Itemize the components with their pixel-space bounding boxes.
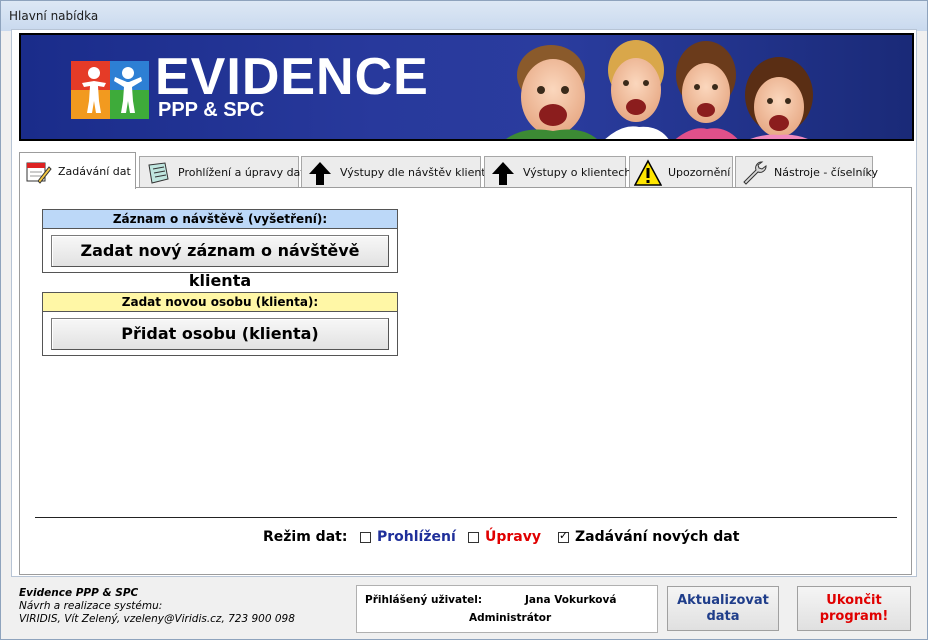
tab-label: Výstupy dle návštěv klientů — [340, 166, 493, 179]
divider — [35, 517, 897, 518]
calendar-pencil-icon — [26, 162, 52, 184]
child-figure-icon — [82, 67, 106, 113]
mode-edit-checkbox[interactable] — [468, 531, 479, 543]
new-person-header: Zadat novou osobu (klienta): — [43, 293, 397, 312]
tab-label: Upozornění — [668, 166, 731, 179]
mode-browse-option[interactable]: Prohlížení — [360, 528, 456, 546]
notebook-icon — [148, 161, 169, 184]
window-title: Hlavní nabídka — [9, 9, 99, 23]
logged-user-box: Přihlášený uživatel: Jana Vokurková Admi… — [356, 585, 658, 633]
tab-strip: Zadávání dat Prohlížení a úpravy dat Výs… — [19, 152, 914, 189]
tab-panel-data-entry: Záznam o návštěvě (vyšetření): Zadat nov… — [19, 187, 912, 575]
main-menu-window: Hlavní nabídka EVIDENCE PPP & SPC Zadává… — [0, 0, 928, 640]
data-mode-label: Režim dat: — [263, 529, 348, 545]
title-bar: Hlavní nabídka — [1, 1, 927, 31]
tab-browse-edit[interactable]: Prohlížení a úpravy dat — [139, 156, 305, 188]
footer-app-name: Evidence PPP & SPC — [19, 587, 139, 599]
tab-label: Prohlížení a úpravy dat — [178, 166, 305, 179]
add-person-button[interactable]: Přidat osobu (klienta) — [51, 318, 389, 350]
mode-edit-option[interactable]: Úpravy — [468, 528, 541, 546]
mode-browse-label: Prohlížení — [377, 529, 456, 545]
child-figure-icon — [114, 67, 142, 113]
footer-author-contact: VIRIDIS, Vít Zelený, vzeleny@Viridis.cz,… — [19, 613, 295, 625]
tab-outputs-by-visits[interactable]: Výstupy dle návštěv klientů — [301, 156, 493, 188]
tab-label: Zadávání dat — [58, 164, 131, 178]
form-content: EVIDENCE PPP & SPC Zadávání dat Prohlíže… — [11, 29, 917, 577]
refresh-data-button[interactable]: Aktualizovat data — [667, 586, 779, 631]
up-arrow-icon — [309, 161, 331, 185]
up-arrow-icon — [492, 161, 514, 185]
footer-design-label: Návrh a realizace systému: — [19, 600, 163, 612]
tab-tools-codelists[interactable]: Nástroje - číselníky — [735, 156, 878, 188]
tab-warnings[interactable]: Upozornění — [629, 156, 733, 188]
warning-icon — [634, 158, 662, 186]
mode-edit-label: Úpravy — [485, 529, 541, 545]
tab-data-entry[interactable]: Zadávání dat — [19, 152, 136, 189]
tab-label: Výstupy o klientech — [523, 166, 632, 179]
tab-outputs-clients[interactable]: Výstupy o klientech — [484, 156, 631, 188]
banner: EVIDENCE PPP & SPC — [19, 33, 914, 141]
mode-browse-checkbox[interactable] — [360, 531, 371, 543]
mode-new-data-label: Zadávání nových dat — [575, 529, 740, 545]
tab-label: Nástroje - číselníky — [774, 166, 878, 179]
logged-user-name: Jana Vokurková — [525, 594, 617, 606]
brand-title: EVIDENCE — [155, 48, 429, 106]
mode-new-data-checkbox[interactable] — [558, 529, 569, 543]
logo-icon — [71, 61, 149, 119]
visit-record-group: Záznam o návštěvě (vyšetření): Zadat nov… — [42, 209, 398, 290]
wrench-icon — [743, 161, 767, 185]
logged-user-role: Administrátor — [469, 612, 552, 624]
quit-program-button[interactable]: Ukončit program! — [797, 586, 911, 631]
footer-credits: Evidence PPP & SPC Návrh a realizace sys… — [19, 587, 295, 626]
mode-new-data-option[interactable]: Zadávání nových dat — [558, 528, 739, 546]
children-photo — [506, 40, 813, 139]
visit-record-header: Záznam o návštěvě (vyšetření): — [43, 210, 397, 229]
brand-subtitle: PPP & SPC — [158, 99, 265, 121]
new-person-group: Zadat novou osobu (klienta): Přidat osob… — [42, 292, 398, 356]
logged-user-label: Přihlášený uživatel: — [365, 594, 483, 606]
new-visit-record-button[interactable]: Zadat nový záznam o návštěvě klienta — [51, 235, 389, 290]
